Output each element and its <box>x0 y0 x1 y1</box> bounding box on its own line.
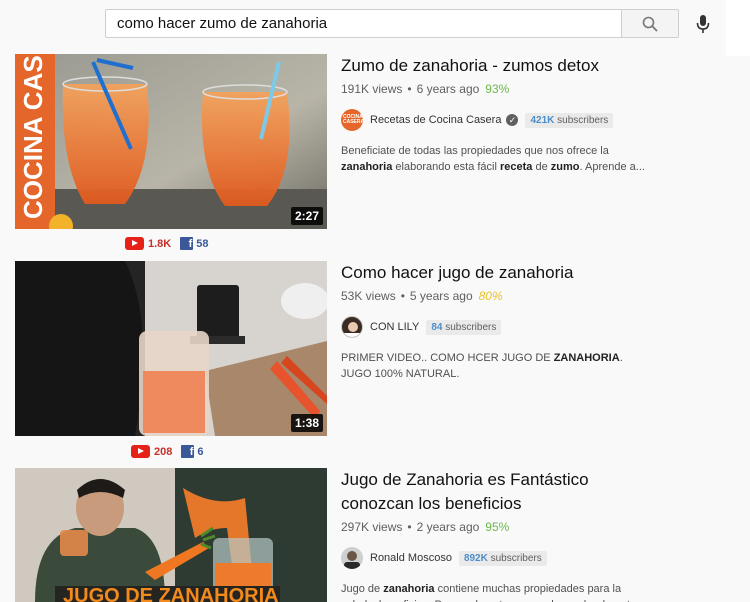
voice-search-button[interactable] <box>686 7 720 41</box>
channel-avatar[interactable]: COCINA CASERA <box>341 109 363 131</box>
desc-text: de <box>532 161 551 173</box>
desc-highlight: receta <box>500 161 533 173</box>
video-duration: 1:38 <box>290 414 323 432</box>
view-count: 53K views <box>341 289 396 303</box>
video-description: PRIMER VIDEO.. COMO HCER JUGO DE ZANAHOR… <box>341 350 646 382</box>
desc-highlight: ZANAHORIA <box>553 352 620 364</box>
video-info: Jugo de Zanahoria es Fantástico conozcan… <box>341 468 741 602</box>
video-title[interactable]: Jugo de Zanahoria es Fantástico conozcan… <box>341 468 601 516</box>
subscriber-count: 84 <box>431 321 443 333</box>
avatar-image <box>342 322 362 337</box>
upload-age: 6 years ago <box>416 82 480 96</box>
desc-highlight: zanahoria <box>341 161 393 173</box>
thumbnail-image: JUGO DE ZANAHORIA <box>15 468 327 602</box>
subscriber-badge: 421K subscribers <box>525 112 614 128</box>
like-ratio: 95% <box>485 520 510 534</box>
subscriber-label: subscribers <box>490 552 542 564</box>
subscriber-label: subscribers <box>445 321 497 333</box>
video-title[interactable]: Zumo de zanahoria - zumos detox <box>341 54 741 78</box>
verified-icon: ✓ <box>506 114 519 126</box>
youtube-icon <box>131 445 150 458</box>
video-description: Jugo de zanahoria contiene muchas propie… <box>341 581 646 602</box>
channel-avatar[interactable] <box>341 316 363 338</box>
video-thumbnail[interactable]: COCINA CASERA 2:27 <box>15 54 327 229</box>
thumbnail-title-text: JUGO DE ZANAHORIA <box>63 585 279 602</box>
video-info: Como hacer jugo de zanahoria 53K views •… <box>341 261 741 382</box>
mic-icon <box>696 15 710 33</box>
desc-text: elaborando esta fácil <box>392 161 500 173</box>
subscriber-label: subscribers <box>557 114 609 126</box>
desc-text: . Aprende a... <box>579 161 645 173</box>
video-meta: 297K views • 2 years ago 95% <box>341 520 741 534</box>
video-thumbnail[interactable]: JUGO DE ZANAHORIA <box>15 468 327 602</box>
avatar-text: COCINA CASERA <box>343 114 363 125</box>
thumbnail-channel-text: COCINA CASERA <box>18 54 48 219</box>
channel-row: CON LILY 84 subscribers <box>341 316 741 338</box>
channel-row: Ronald Moscoso 892K subscribers <box>341 547 741 569</box>
youtube-share-count: 208 <box>154 445 173 458</box>
search-input[interactable] <box>106 10 622 37</box>
view-count: 191K views <box>341 82 403 96</box>
youtube-icon <box>125 237 144 250</box>
video-title[interactable]: Como hacer jugo de zanahoria <box>341 261 741 285</box>
upload-age: 2 years ago <box>416 520 480 534</box>
video-duration: 2:27 <box>290 207 323 225</box>
share-counts: 1.8K f 58 <box>125 237 209 250</box>
meta-separator: • <box>407 82 412 96</box>
video-info: Zumo de zanahoria - zumos detox 191K vie… <box>341 54 741 175</box>
youtube-share-count: 1.8K <box>148 237 172 250</box>
subscriber-count: 892K <box>463 552 488 564</box>
share-counts: 208 f 6 <box>131 445 203 458</box>
thumbnail-image: COCINA CASERA <box>15 54 327 229</box>
desc-text: Beneficiate de todas las propiedades que… <box>341 145 609 157</box>
search-icon <box>642 16 658 32</box>
channel-avatar[interactable] <box>341 547 363 569</box>
video-meta: 53K views • 5 years ago 80% <box>341 289 741 303</box>
subscriber-count: 421K <box>530 114 555 126</box>
facebook-share-count: 58 <box>196 237 209 250</box>
upload-age: 5 years ago <box>409 289 473 303</box>
meta-separator: • <box>407 520 412 534</box>
like-ratio: 80% <box>478 289 503 303</box>
channel-name[interactable]: CON LILY <box>370 321 419 333</box>
channel-row: COCINA CASERA Recetas de Cocina Casera ✓… <box>341 109 741 131</box>
like-ratio: 93% <box>485 82 510 96</box>
channel-name[interactable]: Recetas de Cocina Casera <box>370 114 501 126</box>
masthead <box>0 0 750 46</box>
desc-text: PRIMER VIDEO.. COMO HCER JUGO DE <box>341 352 554 364</box>
desc-highlight: zumo <box>550 161 580 173</box>
subscriber-badge: 84 subscribers <box>426 319 502 335</box>
desc-highlight: zanahoria <box>383 583 435 595</box>
facebook-share-count: 6 <box>197 445 204 458</box>
desc-text: Jugo de <box>341 583 384 595</box>
video-meta: 191K views • 6 years ago 93% <box>341 82 741 96</box>
subscriber-badge: 892K subscribers <box>458 550 547 566</box>
side-panel-edge <box>726 0 750 56</box>
video-thumbnail[interactable]: 1:38 <box>15 261 327 436</box>
search-button[interactable] <box>621 9 679 38</box>
channel-name[interactable]: Ronald Moscoso <box>370 552 452 564</box>
view-count: 297K views <box>341 520 403 534</box>
meta-separator: • <box>400 289 405 303</box>
avatar-image <box>344 551 360 569</box>
search-box[interactable] <box>105 9 622 38</box>
facebook-icon: f <box>181 445 195 458</box>
video-description: Beneficiate de todas las propiedades que… <box>341 143 646 175</box>
facebook-icon: f <box>180 237 194 250</box>
thumbnail-image <box>15 261 327 436</box>
